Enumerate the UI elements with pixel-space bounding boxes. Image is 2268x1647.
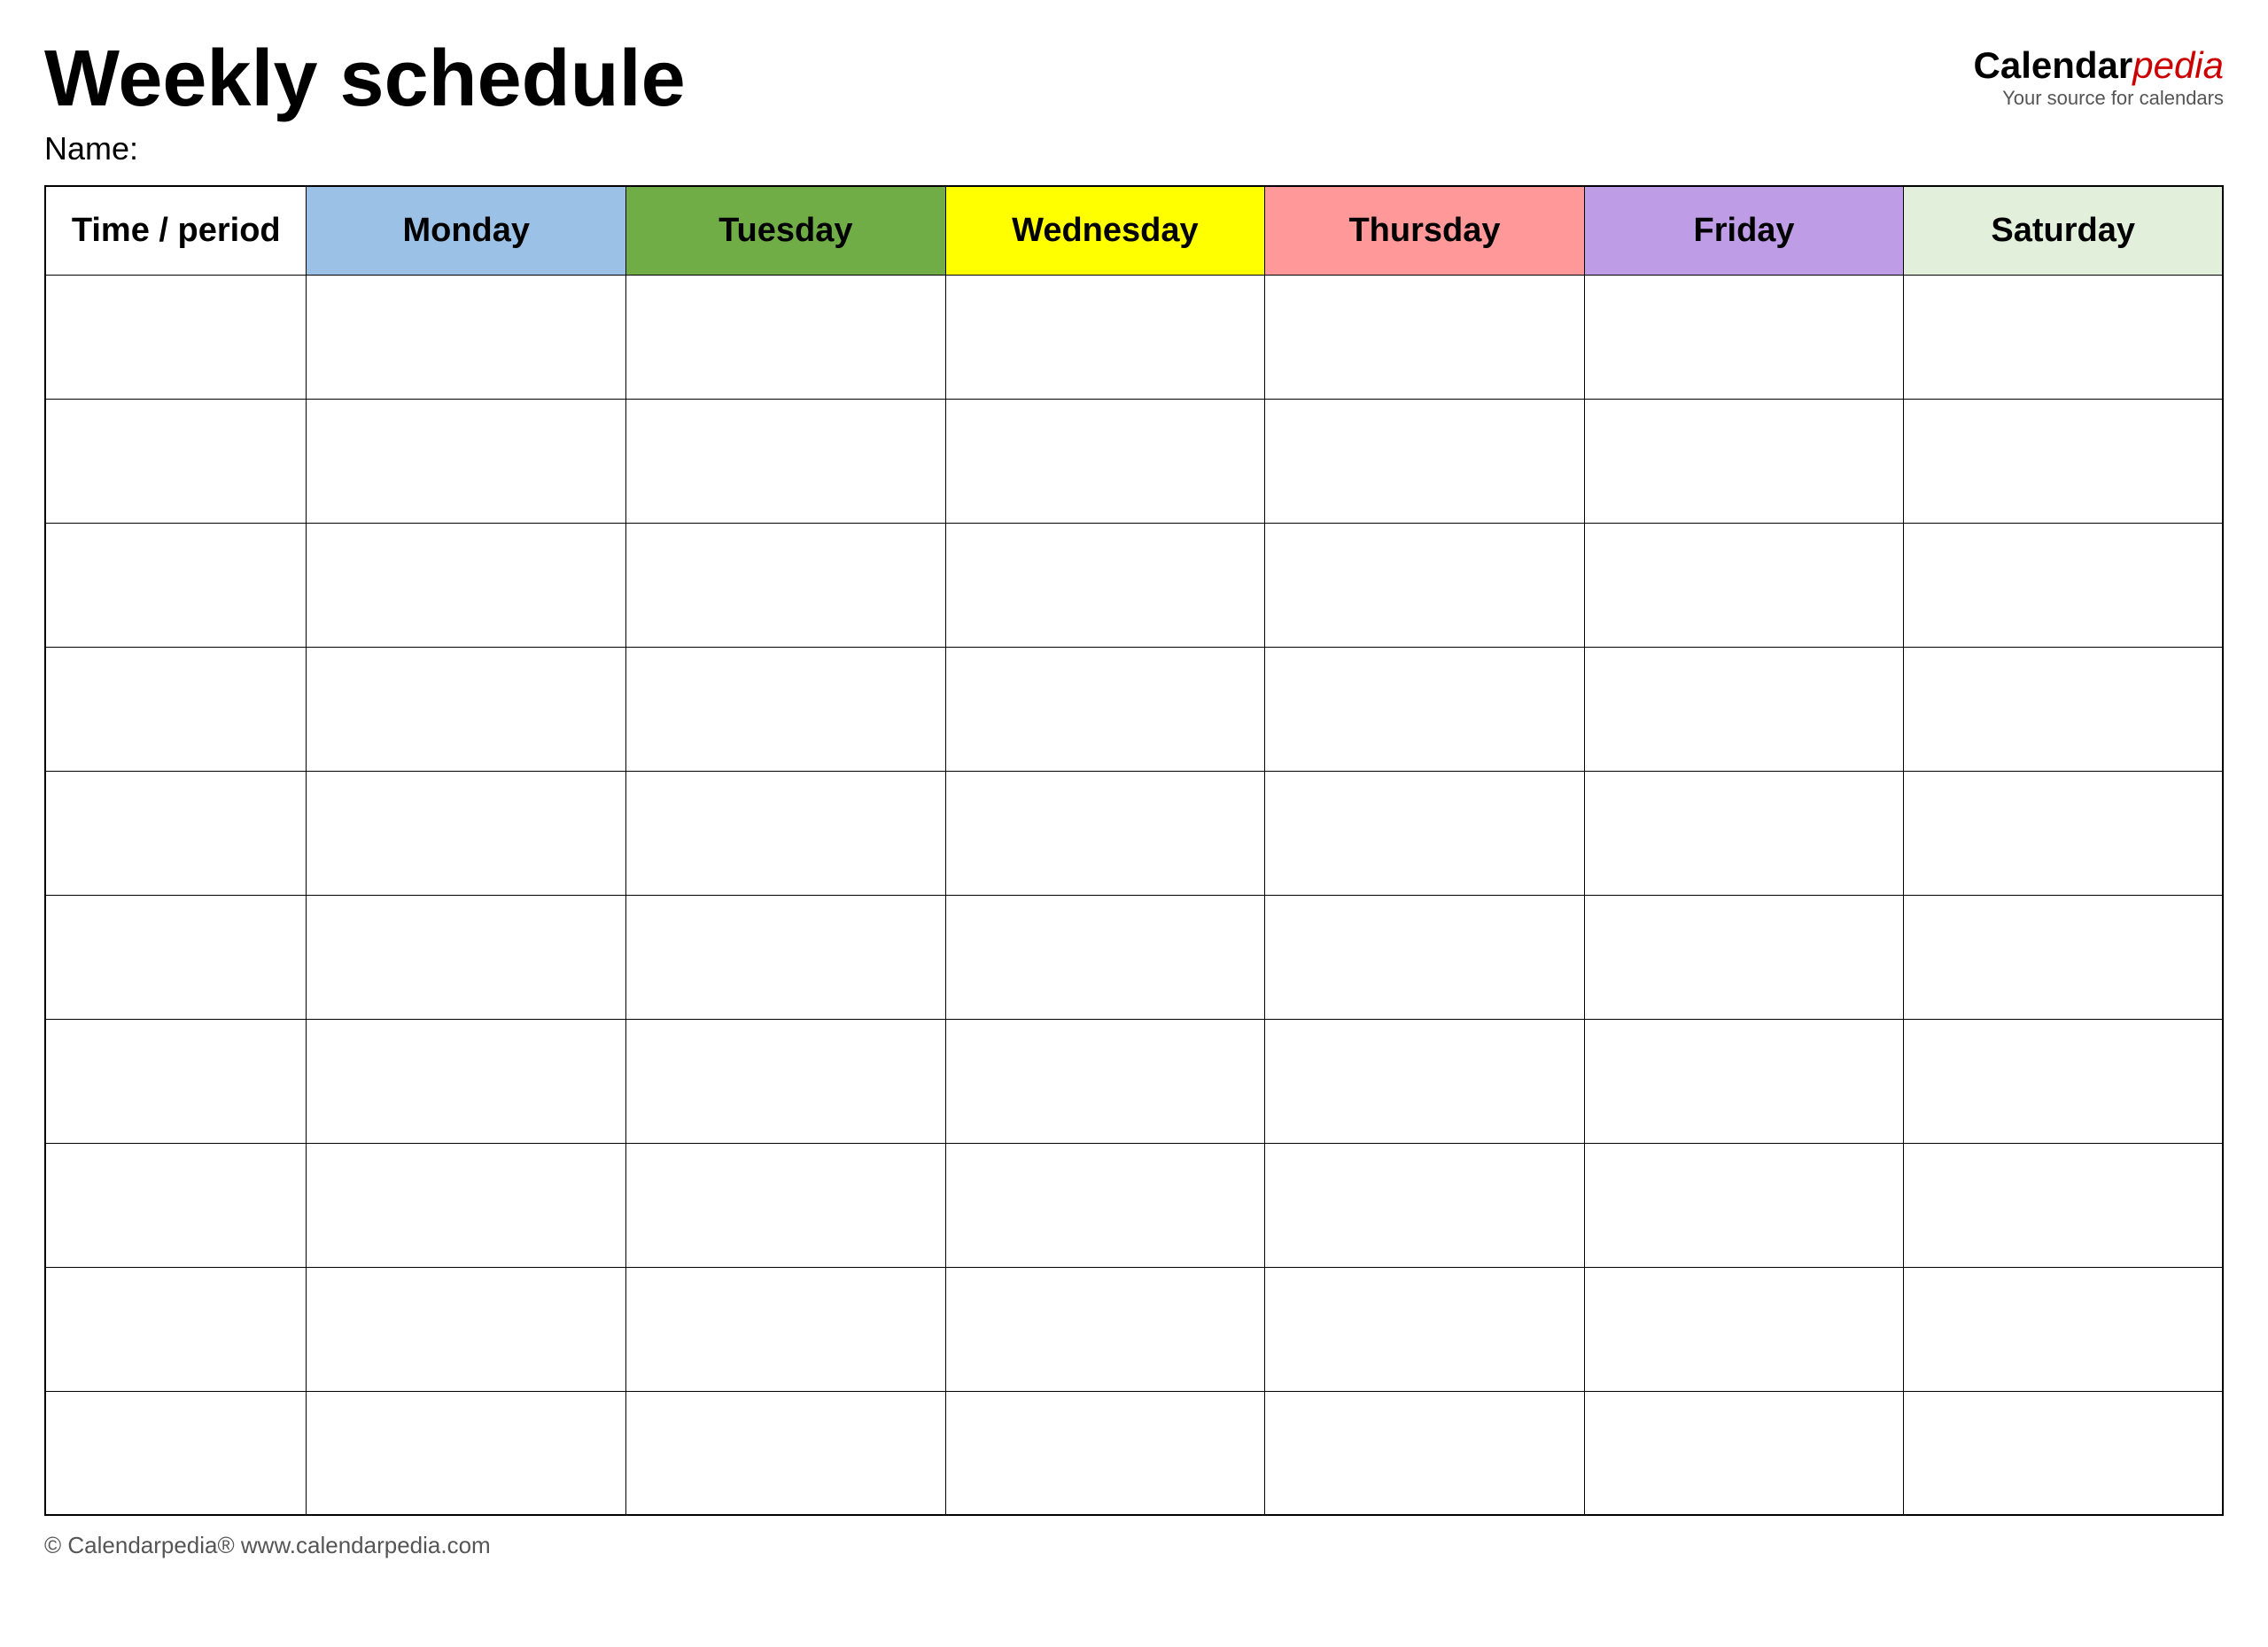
- table-row: [45, 647, 2223, 771]
- schedule-table: Time / period Monday Tuesday Wednesday T…: [44, 185, 2224, 1516]
- cell-row4-col4[interactable]: [1265, 647, 1585, 771]
- cell-row2-col0[interactable]: [45, 399, 307, 523]
- cell-row4-col1[interactable]: [307, 647, 626, 771]
- cell-row9-col6[interactable]: [1904, 1267, 2223, 1391]
- cell-row2-col6[interactable]: [1904, 399, 2223, 523]
- cell-row10-col1[interactable]: [307, 1391, 626, 1515]
- cell-row4-col6[interactable]: [1904, 647, 2223, 771]
- logo-calendar-part: Calendar: [1974, 44, 2133, 86]
- table-row: [45, 523, 2223, 647]
- cell-row10-col3[interactable]: [945, 1391, 1265, 1515]
- col-header-friday: Friday: [1584, 186, 1904, 275]
- cell-row6-col6[interactable]: [1904, 895, 2223, 1019]
- cell-row5-col4[interactable]: [1265, 771, 1585, 895]
- table-row: [45, 1267, 2223, 1391]
- cell-row9-col5[interactable]: [1584, 1267, 1904, 1391]
- cell-row1-col4[interactable]: [1265, 275, 1585, 399]
- cell-row4-col5[interactable]: [1584, 647, 1904, 771]
- cell-row3-col4[interactable]: [1265, 523, 1585, 647]
- cell-row1-col1[interactable]: [307, 275, 626, 399]
- cell-row3-col1[interactable]: [307, 523, 626, 647]
- cell-row8-col2[interactable]: [626, 1143, 946, 1267]
- col-header-time: Time / period: [45, 186, 307, 275]
- cell-row6-col1[interactable]: [307, 895, 626, 1019]
- cell-row4-col0[interactable]: [45, 647, 307, 771]
- cell-row8-col3[interactable]: [945, 1143, 1265, 1267]
- table-row: [45, 1143, 2223, 1267]
- cell-row1-col0[interactable]: [45, 275, 307, 399]
- cell-row1-col6[interactable]: [1904, 275, 2223, 399]
- cell-row6-col3[interactable]: [945, 895, 1265, 1019]
- cell-row7-col1[interactable]: [307, 1019, 626, 1143]
- cell-row2-col5[interactable]: [1584, 399, 1904, 523]
- cell-row10-col0[interactable]: [45, 1391, 307, 1515]
- cell-row2-col2[interactable]: [626, 399, 946, 523]
- cell-row5-col5[interactable]: [1584, 771, 1904, 895]
- cell-row7-col5[interactable]: [1584, 1019, 1904, 1143]
- cell-row8-col6[interactable]: [1904, 1143, 2223, 1267]
- col-header-saturday: Saturday: [1904, 186, 2223, 275]
- cell-row2-col1[interactable]: [307, 399, 626, 523]
- cell-row5-col2[interactable]: [626, 771, 946, 895]
- cell-row8-col4[interactable]: [1265, 1143, 1585, 1267]
- cell-row6-col4[interactable]: [1265, 895, 1585, 1019]
- table-row: [45, 399, 2223, 523]
- cell-row7-col4[interactable]: [1265, 1019, 1585, 1143]
- table-row: [45, 275, 2223, 399]
- col-header-thursday: Thursday: [1265, 186, 1585, 275]
- footer: © Calendarpedia® www.calendarpedia.com: [44, 1532, 2224, 1559]
- page-title: Weekly schedule: [44, 35, 686, 123]
- cell-row10-col5[interactable]: [1584, 1391, 1904, 1515]
- header: Weekly schedule Name: Calendarpedia Your…: [44, 35, 2224, 167]
- cell-row7-col2[interactable]: [626, 1019, 946, 1143]
- cell-row5-col0[interactable]: [45, 771, 307, 895]
- logo-tagline: Your source for calendars: [1974, 87, 2225, 110]
- cell-row2-col4[interactable]: [1265, 399, 1585, 523]
- cell-row5-col3[interactable]: [945, 771, 1265, 895]
- cell-row5-col1[interactable]: [307, 771, 626, 895]
- cell-row8-col1[interactable]: [307, 1143, 626, 1267]
- table-row: [45, 1391, 2223, 1515]
- table-row: [45, 895, 2223, 1019]
- cell-row3-col3[interactable]: [945, 523, 1265, 647]
- logo-text: Calendarpedia: [1974, 44, 2225, 87]
- cell-row9-col3[interactable]: [945, 1267, 1265, 1391]
- cell-row1-col5[interactable]: [1584, 275, 1904, 399]
- cell-row7-col3[interactable]: [945, 1019, 1265, 1143]
- cell-row3-col0[interactable]: [45, 523, 307, 647]
- name-label: Name:: [44, 130, 686, 167]
- cell-row8-col0[interactable]: [45, 1143, 307, 1267]
- cell-row7-col0[interactable]: [45, 1019, 307, 1143]
- cell-row8-col5[interactable]: [1584, 1143, 1904, 1267]
- cell-row10-col2[interactable]: [626, 1391, 946, 1515]
- cell-row7-col6[interactable]: [1904, 1019, 2223, 1143]
- cell-row9-col0[interactable]: [45, 1267, 307, 1391]
- cell-row3-col5[interactable]: [1584, 523, 1904, 647]
- table-row: [45, 771, 2223, 895]
- logo-pedia-part: pedia: [2132, 44, 2224, 86]
- cell-row9-col4[interactable]: [1265, 1267, 1585, 1391]
- cell-row3-col2[interactable]: [626, 523, 946, 647]
- logo-section: Calendarpedia Your source for calendars: [1974, 44, 2225, 110]
- cell-row9-col1[interactable]: [307, 1267, 626, 1391]
- cell-row4-col3[interactable]: [945, 647, 1265, 771]
- cell-row3-col6[interactable]: [1904, 523, 2223, 647]
- col-header-wednesday: Wednesday: [945, 186, 1265, 275]
- cell-row9-col2[interactable]: [626, 1267, 946, 1391]
- header-row: Time / period Monday Tuesday Wednesday T…: [45, 186, 2223, 275]
- cell-row2-col3[interactable]: [945, 399, 1265, 523]
- cell-row5-col6[interactable]: [1904, 771, 2223, 895]
- cell-row10-col4[interactable]: [1265, 1391, 1585, 1515]
- col-header-tuesday: Tuesday: [626, 186, 946, 275]
- cell-row6-col2[interactable]: [626, 895, 946, 1019]
- cell-row1-col2[interactable]: [626, 275, 946, 399]
- col-header-monday: Monday: [307, 186, 626, 275]
- table-row: [45, 1019, 2223, 1143]
- cell-row10-col6[interactable]: [1904, 1391, 2223, 1515]
- title-section: Weekly schedule Name:: [44, 35, 686, 167]
- cell-row6-col0[interactable]: [45, 895, 307, 1019]
- cell-row6-col5[interactable]: [1584, 895, 1904, 1019]
- cell-row4-col2[interactable]: [626, 647, 946, 771]
- cell-row1-col3[interactable]: [945, 275, 1265, 399]
